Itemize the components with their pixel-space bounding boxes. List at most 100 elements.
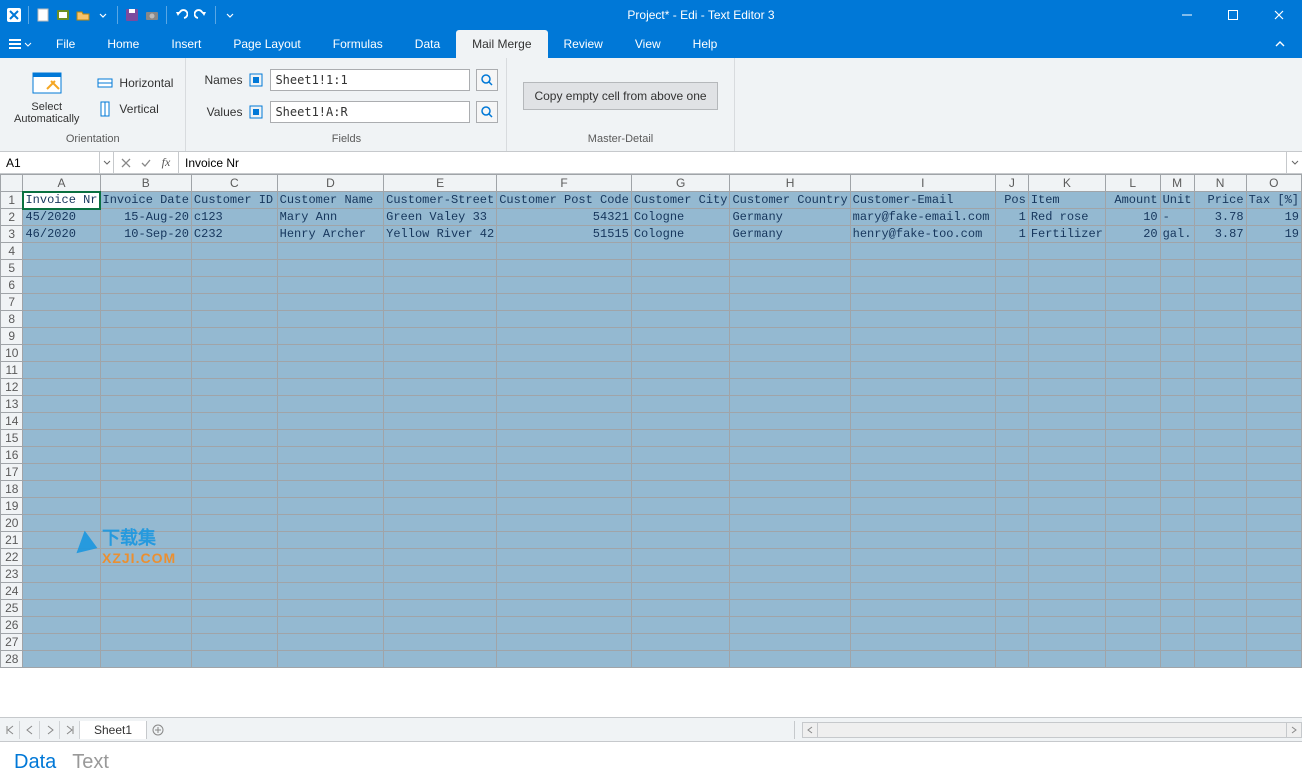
menu-data[interactable]: Data [399, 30, 456, 58]
cell[interactable] [497, 430, 632, 447]
chevron-down-icon[interactable] [222, 7, 238, 23]
cell[interactable] [1246, 464, 1301, 481]
cell[interactable] [1105, 260, 1160, 277]
cell[interactable] [1028, 583, 1105, 600]
cell[interactable] [1160, 481, 1194, 498]
undo-icon[interactable] [173, 7, 189, 23]
menu-home[interactable]: Home [91, 30, 155, 58]
cell[interactable] [1160, 362, 1194, 379]
cell[interactable] [631, 243, 730, 260]
row-header[interactable]: 27 [1, 634, 23, 651]
cell[interactable] [384, 634, 497, 651]
cell[interactable] [191, 634, 277, 651]
cell[interactable] [277, 498, 384, 515]
cell[interactable] [996, 566, 1029, 583]
cell[interactable] [631, 634, 730, 651]
cell[interactable]: Unit [1160, 192, 1194, 209]
cell[interactable] [277, 515, 384, 532]
cell[interactable] [631, 566, 730, 583]
cell[interactable] [1160, 617, 1194, 634]
cell[interactable] [1246, 651, 1301, 668]
cell[interactable] [497, 600, 632, 617]
cell[interactable] [1160, 294, 1194, 311]
cell[interactable] [1246, 243, 1301, 260]
menu-formulas[interactable]: Formulas [317, 30, 399, 58]
cell[interactable] [497, 549, 632, 566]
cell[interactable] [1105, 277, 1160, 294]
cell[interactable] [191, 532, 277, 549]
cell[interactable] [1105, 515, 1160, 532]
cell[interactable] [1105, 413, 1160, 430]
cell[interactable] [730, 430, 850, 447]
column-header[interactable]: I [850, 175, 995, 192]
cancel-icon[interactable] [118, 158, 134, 168]
cell[interactable] [1105, 243, 1160, 260]
cell[interactable] [631, 379, 730, 396]
cell[interactable] [730, 583, 850, 600]
close-button[interactable] [1256, 0, 1302, 30]
cell[interactable] [850, 294, 995, 311]
column-header[interactable]: B [100, 175, 191, 192]
cell[interactable] [384, 277, 497, 294]
tab-text[interactable]: Text [72, 751, 109, 774]
names-search-button[interactable] [476, 69, 498, 91]
cell[interactable] [631, 430, 730, 447]
row-header[interactable]: 17 [1, 464, 23, 481]
cell[interactable] [497, 328, 632, 345]
cell[interactable] [1105, 379, 1160, 396]
cell[interactable] [23, 260, 100, 277]
cell[interactable] [1246, 379, 1301, 396]
cell[interactable] [730, 311, 850, 328]
cell[interactable] [1194, 379, 1246, 396]
cell[interactable]: 1 [996, 226, 1029, 243]
collapse-ribbon-button[interactable] [1268, 32, 1292, 56]
cell[interactable] [1105, 481, 1160, 498]
cell[interactable] [23, 515, 100, 532]
row-header[interactable]: 2 [1, 209, 23, 226]
cell[interactable]: 1 [996, 209, 1029, 226]
cell[interactable] [384, 430, 497, 447]
cell[interactable] [1028, 396, 1105, 413]
cell[interactable] [1194, 549, 1246, 566]
cell[interactable] [996, 651, 1029, 668]
cell[interactable] [497, 243, 632, 260]
formula-bar-expand[interactable] [1286, 152, 1302, 173]
cell[interactable] [497, 413, 632, 430]
cell[interactable] [191, 583, 277, 600]
cell[interactable] [191, 379, 277, 396]
cell[interactable] [384, 498, 497, 515]
cell[interactable] [996, 498, 1029, 515]
cell[interactable] [277, 566, 384, 583]
cell[interactable] [23, 651, 100, 668]
cell[interactable] [23, 362, 100, 379]
maximize-button[interactable] [1210, 0, 1256, 30]
cell[interactable] [996, 243, 1029, 260]
cell[interactable] [100, 549, 191, 566]
cell[interactable] [1160, 243, 1194, 260]
cell[interactable] [1105, 549, 1160, 566]
cell[interactable] [191, 498, 277, 515]
new-doc-icon[interactable] [35, 7, 51, 23]
cell[interactable] [23, 481, 100, 498]
cell[interactable] [996, 583, 1029, 600]
cell[interactable] [1028, 260, 1105, 277]
cell[interactable] [996, 362, 1029, 379]
column-header[interactable]: C [191, 175, 277, 192]
range-picker-icon[interactable] [248, 72, 264, 88]
scroll-right-button[interactable] [1286, 722, 1302, 738]
row-header[interactable]: 20 [1, 515, 23, 532]
chevron-down-icon[interactable] [95, 7, 111, 23]
cell[interactable] [996, 345, 1029, 362]
cell[interactable] [191, 260, 277, 277]
cell[interactable] [730, 447, 850, 464]
cell[interactable] [996, 634, 1029, 651]
names-input[interactable] [270, 69, 470, 91]
cell[interactable] [384, 600, 497, 617]
cell[interactable] [1160, 413, 1194, 430]
cell[interactable] [100, 464, 191, 481]
cell[interactable] [23, 447, 100, 464]
cell[interactable] [1105, 294, 1160, 311]
scroll-left-button[interactable] [802, 722, 818, 738]
cell[interactable] [631, 532, 730, 549]
cell[interactable] [850, 532, 995, 549]
